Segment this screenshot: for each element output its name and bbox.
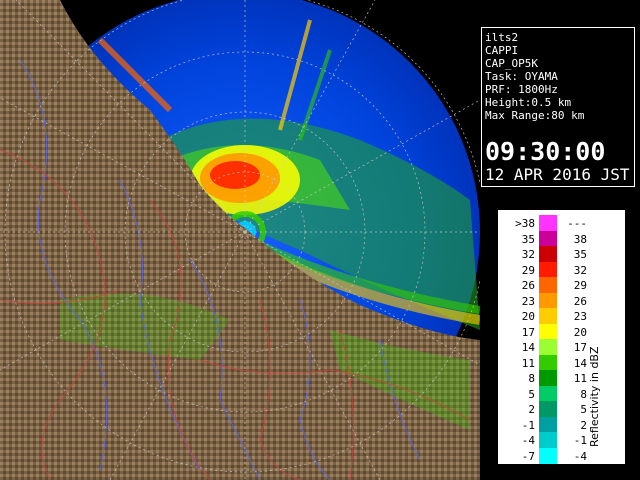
- legend-high-value: 29: [573, 279, 587, 292]
- legend-row: 8 11: [499, 370, 599, 387]
- legend-high-value: 14: [573, 356, 587, 370]
- legend-high-value: 11: [573, 372, 587, 385]
- legend-row: 58: [499, 385, 599, 403]
- legend-swatch: [539, 246, 557, 262]
- info-panel: ilts2 CAPPI CAP_OP5K Task: OYAMA PRF: 18…: [481, 27, 635, 187]
- reflectivity-legend: >38 --- 35 38 32 35 29 32 26 29 23 26 20 23 17 20 14 17 11…: [498, 210, 625, 464]
- prf-label: PRF: 1800Hz: [485, 83, 558, 96]
- legend-row: -4 -1: [499, 432, 599, 449]
- legend-low-value: 8: [528, 372, 535, 385]
- legend-swatch: [539, 354, 557, 371]
- max-range-label: Max Range:80 km: [485, 109, 585, 122]
- legend-row: 32 35: [499, 246, 599, 263]
- legend-high-value: 38: [573, 232, 587, 246]
- legend-low-value: -1: [521, 418, 535, 432]
- legend-swatch: [539, 401, 557, 417]
- legend-row: -7 -4: [499, 447, 599, 465]
- legend-high-value: ---: [567, 217, 587, 230]
- legend-swatch: [539, 447, 557, 464]
- task-label: Task: OYAMA: [485, 70, 558, 83]
- product-name: CAP_OP5K: [485, 57, 538, 70]
- legend-high-value: -1: [573, 434, 587, 447]
- legend-high-value: -4: [573, 449, 587, 463]
- legend-swatch: [539, 432, 557, 448]
- observation-time: 09:30:00: [485, 137, 606, 166]
- product-type: CAPPI: [485, 44, 519, 57]
- legend-high-value: 35: [573, 248, 587, 261]
- legend-row: 17 20: [499, 323, 599, 341]
- legend-low-value: 26: [521, 279, 535, 292]
- legend-row: 20 23: [499, 308, 599, 325]
- legend-swatch: [539, 261, 557, 278]
- legend-low-value: 23: [521, 294, 535, 308]
- legend-swatch: [539, 230, 557, 247]
- radar-image: [0, 0, 480, 480]
- legend-low-value: 29: [521, 263, 535, 277]
- legend-swatch: [539, 215, 557, 231]
- observation-date: 12 APR 2016 JST: [485, 165, 630, 184]
- radar-map[interactable]: [0, 0, 480, 480]
- legend-swatch: [539, 308, 557, 324]
- legend-low-value: -4: [521, 434, 535, 447]
- legend-row: 29 32: [499, 261, 599, 279]
- height-label: Height:0.5 km: [485, 96, 572, 109]
- legend-title: Reflectivity in dBZ: [588, 346, 601, 447]
- legend-low-value: -7: [521, 449, 535, 463]
- legend-low-value: 14: [521, 341, 535, 354]
- legend-high-value: 20: [573, 325, 587, 339]
- legend-swatch: [539, 339, 557, 355]
- legend-high-value: 17: [573, 341, 587, 354]
- legend-row: 11 14: [499, 354, 599, 372]
- legend-low-value: 20: [521, 310, 535, 323]
- legend-low-value: 35: [521, 232, 535, 246]
- legend-swatch: [539, 416, 557, 433]
- legend-high-value: 5: [580, 403, 587, 416]
- legend-row: 25: [499, 401, 599, 418]
- legend-low-value: 32: [521, 248, 535, 261]
- radar-id: ilts2: [485, 31, 519, 44]
- legend-swatch: [539, 370, 557, 386]
- legend-swatch: [539, 385, 557, 402]
- legend-swatch: [539, 292, 557, 309]
- legend-high-value: 8: [580, 387, 587, 401]
- legend-row: -1 2: [499, 416, 599, 434]
- legend-low-value: 2: [528, 403, 535, 416]
- legend-swatch: [539, 323, 557, 340]
- legend-low-value: 11: [521, 356, 535, 370]
- legend-row: 23 26: [499, 292, 599, 310]
- legend-high-value: 23: [573, 310, 587, 323]
- legend-row: 35 38: [499, 230, 599, 248]
- legend-low-value: 5: [528, 387, 535, 401]
- legend-row: 14 17: [499, 339, 599, 356]
- legend-row: 26 29: [499, 277, 599, 294]
- legend-swatch: [539, 277, 557, 293]
- legend-low-value: 17: [521, 325, 535, 339]
- legend-row: >38 ---: [499, 215, 599, 232]
- legend-high-value: 32: [573, 263, 587, 277]
- legend-high-value: 26: [573, 294, 587, 308]
- legend-high-value: 2: [580, 418, 587, 432]
- legend-low-value: >38: [515, 217, 535, 230]
